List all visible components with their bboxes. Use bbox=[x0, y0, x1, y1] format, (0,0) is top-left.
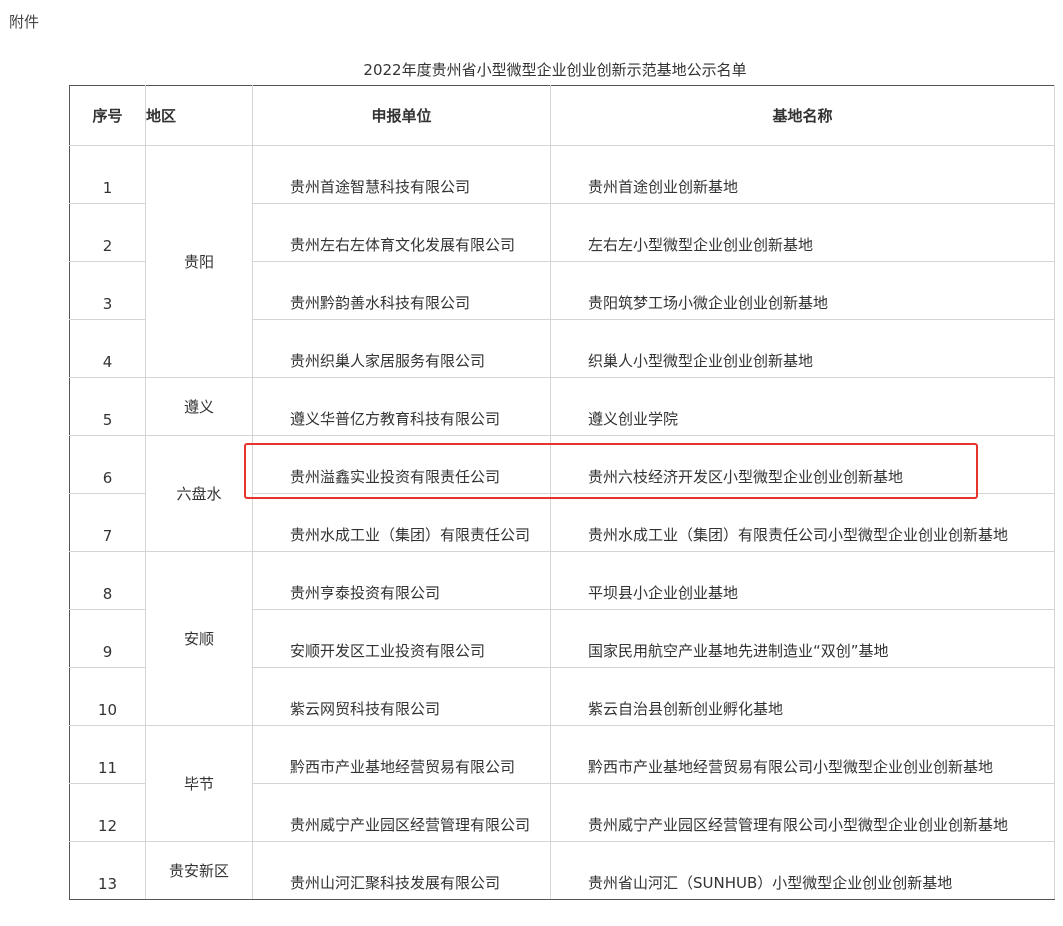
header-unit: 申报单位 bbox=[252, 85, 551, 146]
attachment-label: 附件 bbox=[9, 13, 40, 31]
row-base: 贵州六枝经济开发区小型微型企业创业创新基地 bbox=[550, 435, 1055, 494]
row-seq: 3 bbox=[69, 261, 146, 320]
row-unit: 紫云网贸科技有限公司 bbox=[252, 667, 551, 726]
region-cell: 贵阳 bbox=[145, 145, 253, 378]
region-cell: 毕节 bbox=[145, 725, 253, 842]
row-seq: 11 bbox=[69, 725, 146, 784]
row-unit: 贵州织巢人家居服务有限公司 bbox=[252, 319, 551, 378]
row-base: 织巢人小型微型企业创业创新基地 bbox=[550, 319, 1055, 378]
table-row: 8 安顺 贵州亨泰投资有限公司 平坝县小企业创业基地 bbox=[69, 551, 1055, 726]
row-unit: 贵州首途智慧科技有限公司 bbox=[252, 145, 551, 204]
row-seq: 2 bbox=[69, 203, 146, 262]
row-seq: 12 bbox=[69, 783, 146, 842]
row-seq: 13 bbox=[69, 841, 146, 900]
header-region: 地区 bbox=[145, 85, 253, 146]
row-base: 贵州首途创业创新基地 bbox=[550, 145, 1055, 204]
region-cell: 六盘水 bbox=[145, 435, 253, 552]
table-row: 5 遵义 遵义华普亿方教育科技有限公司 遵义创业学院 bbox=[69, 377, 1055, 436]
region-cell: 贵安新区 bbox=[145, 841, 253, 900]
header-seq: 序号 bbox=[69, 85, 146, 146]
table-row: 13 贵安新区 贵州山河汇聚科技发展有限公司 贵州省山河汇（SUNHUB）小型微… bbox=[69, 841, 1055, 900]
row-seq: 6 bbox=[69, 435, 146, 494]
row-unit: 黔西市产业基地经营贸易有限公司 bbox=[252, 725, 551, 784]
row-unit: 贵州水成工业（集团）有限责任公司 bbox=[252, 493, 551, 552]
region-cell: 安顺 bbox=[145, 551, 253, 726]
row-unit: 贵州溢鑫实业投资有限责任公司 bbox=[252, 435, 551, 494]
row-base: 贵阳筑梦工场小微企业创业创新基地 bbox=[550, 261, 1055, 320]
row-unit: 遵义华普亿方教育科技有限公司 bbox=[252, 377, 551, 436]
table-row: 11 毕节 黔西市产业基地经营贸易有限公司 黔西市产业基地经营贸易有限公司小型微… bbox=[69, 725, 1055, 842]
row-base: 紫云自治县创新创业孵化基地 bbox=[550, 667, 1055, 726]
row-base: 黔西市产业基地经营贸易有限公司小型微型企业创业创新基地 bbox=[550, 725, 1055, 784]
row-base: 国家民用航空产业基地先进制造业“双创”基地 bbox=[550, 609, 1055, 668]
row-base: 左右左小型微型企业创业创新基地 bbox=[550, 203, 1055, 262]
row-unit: 贵州黔韵善水科技有限公司 bbox=[252, 261, 551, 320]
table-header-row: 序号 地区 申报单位 基地名称 bbox=[69, 85, 1055, 146]
row-unit: 贵州威宁产业园区经营管理有限公司 bbox=[252, 783, 551, 842]
row-base: 遵义创业学院 bbox=[550, 377, 1055, 436]
region-cell: 遵义 bbox=[145, 377, 253, 436]
row-base: 贵州威宁产业园区经营管理有限公司小型微型企业创业创新基地 bbox=[550, 783, 1055, 842]
row-seq: 8 bbox=[69, 551, 146, 610]
base-list-table: 序号 地区 申报单位 基地名称 1 贵阳 贵州首途智慧科技有限公司 贵州首途创业… bbox=[69, 85, 1055, 900]
row-seq: 7 bbox=[69, 493, 146, 552]
row-base: 贵州省山河汇（SUNHUB）小型微型企业创业创新基地 bbox=[550, 841, 1055, 900]
row-seq: 4 bbox=[69, 319, 146, 378]
row-seq: 9 bbox=[69, 609, 146, 668]
row-base: 平坝县小企业创业基地 bbox=[550, 551, 1055, 610]
document-title: 2022年度贵州省小型微型企业创业创新示范基地公示名单 bbox=[363, 61, 747, 79]
row-seq: 1 bbox=[69, 145, 146, 204]
row-unit: 贵州亨泰投资有限公司 bbox=[252, 551, 551, 610]
row-seq: 5 bbox=[69, 377, 146, 436]
row-unit: 贵州左右左体育文化发展有限公司 bbox=[252, 203, 551, 262]
row-unit: 贵州山河汇聚科技发展有限公司 bbox=[252, 841, 551, 900]
table-row: 1 贵阳 贵州首途智慧科技有限公司 贵州首途创业创新基地 bbox=[69, 145, 1055, 378]
row-unit: 安顺开发区工业投资有限公司 bbox=[252, 609, 551, 668]
row-seq: 10 bbox=[69, 667, 146, 726]
header-base: 基地名称 bbox=[550, 85, 1055, 146]
row-base: 贵州水成工业（集团）有限责任公司小型微型企业创业创新基地 bbox=[550, 493, 1055, 552]
table-row: 6 六盘水 贵州溢鑫实业投资有限责任公司 贵州六枝经济开发区小型微型企业创业创新… bbox=[69, 435, 1055, 552]
